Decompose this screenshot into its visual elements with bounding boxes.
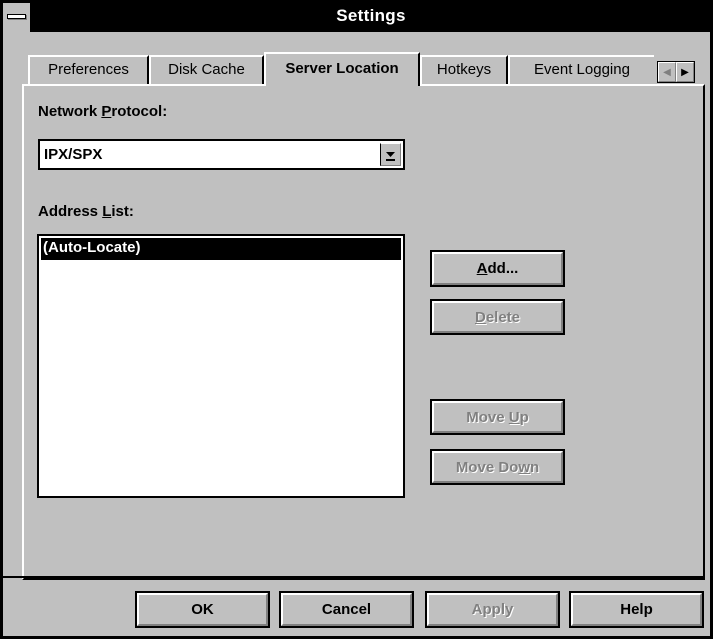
footer-divider [2,576,705,578]
tab-preferences[interactable]: Preferences [28,55,149,85]
add-button[interactable]: Add... [430,250,565,287]
tab-label: Preferences [48,61,129,78]
network-protocol-label: Network Protocol: [38,103,168,120]
tab-label: Event Logging [534,61,630,78]
title-bar: Settings [3,3,710,32]
help-button[interactable]: Help [569,591,704,628]
dropdown-arrow-icon[interactable] [380,143,401,166]
tab-scroll-right-icon[interactable]: ▶ [676,62,694,82]
apply-button[interactable]: Apply [425,591,560,628]
network-protocol-dropdown[interactable]: IPX/SPX [38,139,405,170]
window-title: Settings [336,6,406,25]
address-listbox[interactable]: (Auto-Locate) [37,234,405,498]
system-menu-button[interactable] [3,3,32,32]
ok-button[interactable]: OK [135,591,270,628]
tab-label: Server Location [285,60,399,77]
tab-label: Hotkeys [436,61,492,78]
list-item[interactable]: (Auto-Locate) [41,238,401,260]
delete-button[interactable]: Delete [430,299,565,335]
cancel-button[interactable]: Cancel [279,591,414,628]
tab-scroll-left-icon[interactable]: ◀ [658,62,676,82]
network-protocol-value: IPX/SPX [44,146,103,163]
move-down-button[interactable]: Move Down [430,449,565,485]
system-menu-icon [7,14,26,19]
tab-label: Disk Cache [168,61,245,78]
tab-hotkeys[interactable]: Hotkeys [420,55,508,85]
address-list-label: Address List: [38,203,134,220]
tab-disk-cache[interactable]: Disk Cache [149,55,264,85]
tab-scroll-buttons: ◀ ▶ [657,61,695,83]
move-up-button[interactable]: Move Up [430,399,565,435]
tab-server-location[interactable]: Server Location [264,52,420,86]
tab-event-logging[interactable]: Event Logging [508,55,654,85]
